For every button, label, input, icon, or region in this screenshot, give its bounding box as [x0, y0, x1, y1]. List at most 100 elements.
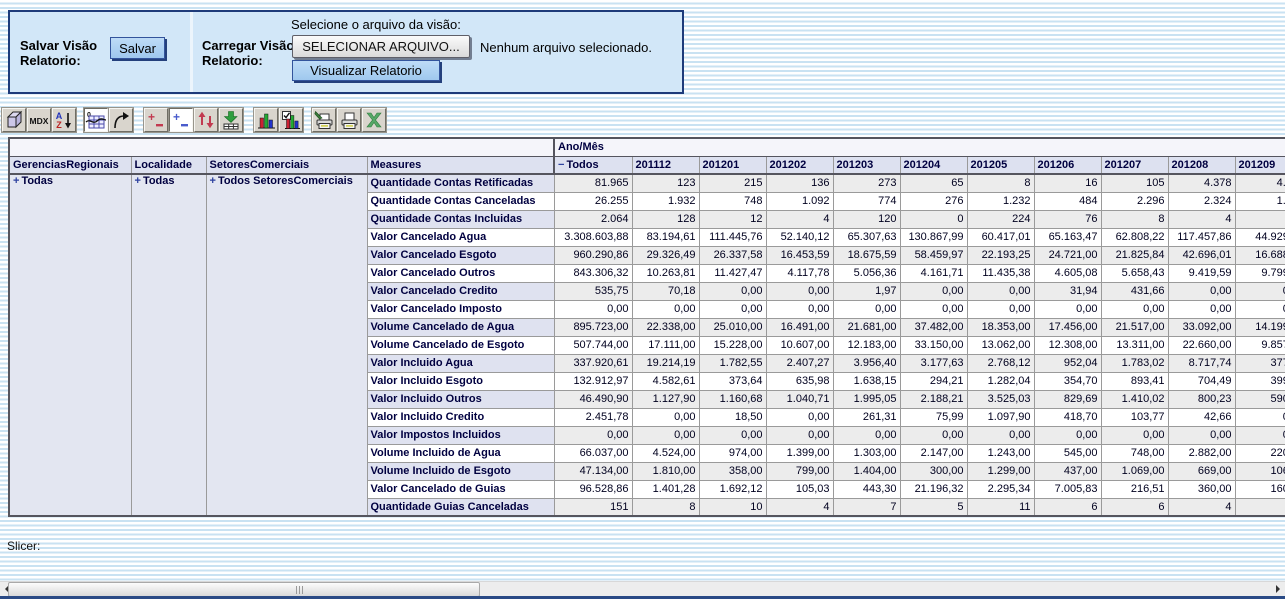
data-cell: 1.995,05	[833, 390, 900, 408]
measure-label: Valor Cancelado Esgoto	[367, 246, 554, 264]
swap-icon	[110, 109, 132, 131]
data-cell: 0,00	[1101, 300, 1168, 318]
data-cell: 0,00	[900, 426, 967, 444]
data-cell: 103,77	[1101, 408, 1168, 426]
data-cell: 1.069,00	[1101, 462, 1168, 480]
data-cell: 4.582,61	[632, 372, 699, 390]
data-cell: 1.232	[967, 192, 1034, 210]
data-cell: 895.723,00	[554, 318, 632, 336]
data-cell: 0,00	[766, 408, 833, 426]
data-cell: 1.299,00	[967, 462, 1034, 480]
column-member-201209: 201209	[1235, 156, 1285, 174]
data-cell: 9.419,59	[1168, 264, 1235, 282]
data-cell: 11.427,47	[699, 264, 766, 282]
view-report-button[interactable]: Visualizar Relatorio	[292, 60, 440, 81]
data-cell: 10.607,00	[766, 336, 833, 354]
drill-position-button[interactable]: +	[169, 108, 193, 132]
svg-text:MDX: MDX	[30, 116, 49, 126]
data-cell: 75,99	[900, 408, 967, 426]
data-cell: 358,00	[699, 462, 766, 480]
data-cell: 399,2	[1235, 372, 1285, 390]
data-cell: 377,0	[1235, 354, 1285, 372]
save-button[interactable]: Salvar	[110, 37, 165, 59]
data-cell: 0,0	[1235, 282, 1285, 300]
data-cell: 2.188,21	[900, 390, 967, 408]
data-cell: 1.14	[1235, 192, 1285, 210]
data-cell: 0,00	[1168, 282, 1235, 300]
expand-icon[interactable]: +	[135, 175, 141, 187]
drill-replace-icon	[195, 109, 217, 131]
data-cell: 1.810,00	[632, 462, 699, 480]
suppress-empty-button[interactable]: 0	[84, 108, 108, 132]
data-cell: 748,00	[1101, 444, 1168, 462]
data-cell: 431,66	[1101, 282, 1168, 300]
row-member-cell: +Todas	[131, 174, 206, 516]
drill-through-button[interactable]	[219, 108, 243, 132]
data-cell: 545,00	[1034, 444, 1101, 462]
mdx-editor-button[interactable]: MDX	[27, 108, 51, 132]
data-cell: 21.517,00	[1101, 318, 1168, 336]
swap-axes-button[interactable]	[109, 108, 133, 132]
data-cell: 669,00	[1168, 462, 1235, 480]
chart-config-button[interactable]	[279, 108, 303, 132]
data-cell: 1.401,28	[632, 480, 699, 498]
measure-label: Valor Incluido Credito	[367, 408, 554, 426]
data-cell: 5	[900, 498, 967, 516]
scrollbar-thumb[interactable]	[8, 582, 480, 597]
data-cell: 2.324	[1168, 192, 1235, 210]
chart-icon	[255, 109, 277, 131]
data-cell: 1.692,12	[699, 480, 766, 498]
measure-label: Volume Incluido de Agua	[367, 444, 554, 462]
sort-button[interactable]: AZ	[52, 108, 76, 132]
data-cell: 2.451,78	[554, 408, 632, 426]
measure-label: Valor Cancelado Imposto	[367, 300, 554, 318]
data-cell: 2.064	[554, 210, 632, 228]
scroll-right-arrow-icon[interactable]	[1276, 585, 1284, 593]
data-cell: 81.965	[554, 174, 632, 192]
export-excel-button[interactable]	[362, 108, 386, 132]
save-view-label: Salvar Visão Relatorio:	[20, 38, 97, 68]
measure-label: Volume Incluido de Esgoto	[367, 462, 554, 480]
data-cell: 216,51	[1101, 480, 1168, 498]
data-cell: 294,21	[900, 372, 967, 390]
data-cell: 354,70	[1034, 372, 1101, 390]
data-cell: 3.956,40	[833, 354, 900, 372]
data-cell: 4	[766, 210, 833, 228]
data-cell: 0,00	[900, 300, 967, 318]
print-config-button[interactable]	[312, 108, 336, 132]
column-member-201203: 201203	[833, 156, 900, 174]
show-chart-button[interactable]	[254, 108, 278, 132]
column-member-201207: 201207	[1101, 156, 1168, 174]
measure-label: Valor Impostos Incluidos	[367, 426, 554, 444]
data-cell: 4.03	[1235, 174, 1285, 192]
data-cell: 1.782,55	[699, 354, 766, 372]
data-cell: 136	[766, 174, 833, 192]
expand-icon[interactable]: +	[210, 175, 216, 187]
data-cell: 1.127,90	[632, 390, 699, 408]
expand-icon[interactable]: +	[13, 175, 19, 187]
collapse-icon[interactable]: −	[558, 159, 564, 171]
data-cell: 117.457,86	[1168, 228, 1235, 246]
data-cell: 4.117,78	[766, 264, 833, 282]
data-cell: 0,0	[1235, 300, 1285, 318]
data-cell: 276	[900, 192, 967, 210]
data-cell: 25.010,00	[699, 318, 766, 336]
horizontal-scrollbar[interactable]	[0, 581, 1285, 597]
data-cell: 273	[833, 174, 900, 192]
drill-member-button[interactable]: +	[144, 108, 168, 132]
data-cell: 8.717,74	[1168, 354, 1235, 372]
olap-navigator-button[interactable]	[2, 108, 26, 132]
select-file-button[interactable]: SELECIONAR ARQUIVO...	[292, 35, 470, 58]
file-status-text: Nenhum arquivo selecionado.	[480, 40, 652, 55]
data-cell: 0,00	[967, 300, 1034, 318]
data-cell: 1.399,00	[766, 444, 833, 462]
data-cell: 16.688,7	[1235, 246, 1285, 264]
data-cell: 0,00	[967, 282, 1034, 300]
data-cell: 2.147,00	[900, 444, 967, 462]
column-member-todos[interactable]: −Todos	[554, 156, 632, 174]
data-cell: 1.638,15	[833, 372, 900, 390]
data-cell: 66.037,00	[554, 444, 632, 462]
print-pdf-button[interactable]	[337, 108, 361, 132]
measure-label: Valor Incluido Esgoto	[367, 372, 554, 390]
drill-replace-button[interactable]	[194, 108, 218, 132]
